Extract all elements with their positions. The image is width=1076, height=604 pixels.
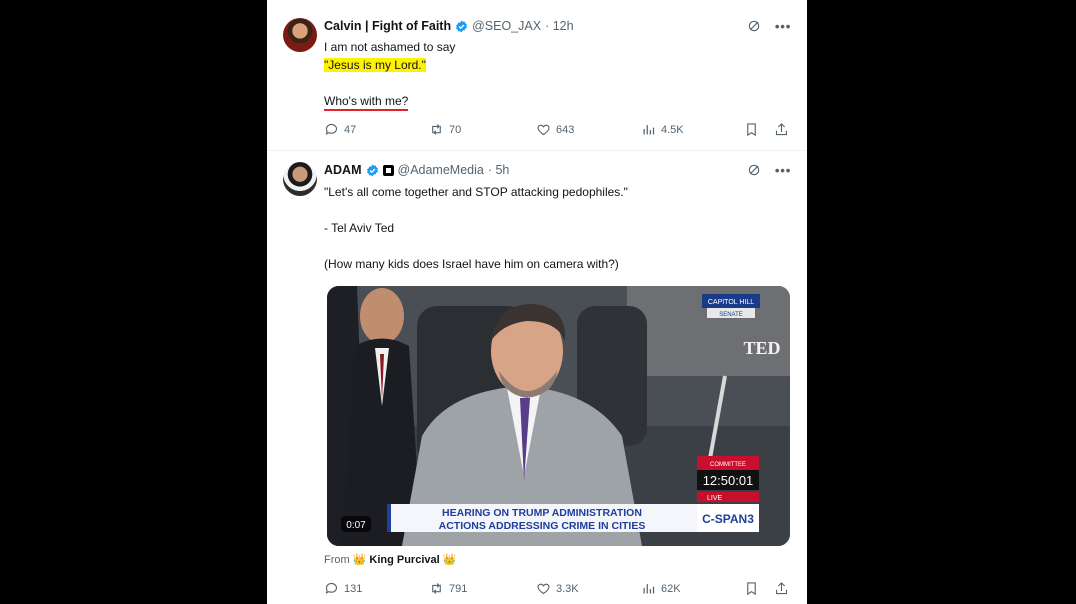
reply-button[interactable]: 131 xyxy=(324,581,362,596)
live-label: LIVE xyxy=(707,495,723,502)
reply-button[interactable]: 47 xyxy=(324,122,356,137)
underlined-text: Who's with me? xyxy=(324,94,409,111)
tweet-text-line: "Let's all come together and STOP attack… xyxy=(324,185,628,199)
tweet-text-line: - Tel Aviv Ted xyxy=(324,221,395,235)
tweet-header: Calvin | Fight of Faith @SEO_JAX · 12h xyxy=(324,17,574,35)
more-options-icon[interactable]: ••• xyxy=(775,19,791,33)
display-name[interactable]: ADAM xyxy=(324,163,362,177)
like-count: 643 xyxy=(556,123,575,136)
view-count: 4.5K xyxy=(661,123,684,136)
timestamp[interactable]: · 12h xyxy=(545,19,574,33)
analytics-icon xyxy=(643,584,655,594)
video-duration: 0:07 xyxy=(346,520,366,531)
heart-icon xyxy=(537,583,550,595)
display-name[interactable]: Calvin | Fight of Faith xyxy=(324,19,451,33)
tweet-text-line: "Jesus is my Lord." xyxy=(324,57,426,73)
tweet-text-line: (How many kids does Israel have him on c… xyxy=(324,257,619,271)
crown-emoji: 👑 xyxy=(352,554,367,566)
repost-count: 70 xyxy=(449,123,462,136)
highlighted-text: "Jesus is my Lord." xyxy=(324,58,426,72)
attribution: From 👑 King Purcival 👑 xyxy=(324,553,457,567)
share-icon[interactable] xyxy=(774,122,789,137)
video-player[interactable]: CAPITOL HILL SENATE TED HEARING ON TRUMP… xyxy=(327,286,790,546)
handle[interactable]: @SEO_JAX xyxy=(472,19,541,33)
analytics-icon xyxy=(643,125,655,135)
more-options-icon[interactable]: ••• xyxy=(775,163,791,177)
grok-icon[interactable] xyxy=(747,19,761,33)
chyron-line-1: HEARING ON TRUMP ADMINISTRATION xyxy=(442,507,642,519)
broadcast-clock: 12:50:01 xyxy=(703,473,754,488)
verified-badge-icon xyxy=(366,164,378,176)
verified-badge-icon xyxy=(456,20,468,32)
like-count: 3.3K xyxy=(556,582,579,595)
like-button[interactable]: 643 xyxy=(536,122,574,137)
handle[interactable]: @AdameMedia xyxy=(398,163,484,177)
reply-count: 131 xyxy=(344,582,363,595)
views-button[interactable]: 62K xyxy=(641,581,681,596)
committee-label: COMMITTEE xyxy=(710,462,746,468)
tweet-text-line: I am not ashamed to say xyxy=(324,40,456,54)
avatar[interactable] xyxy=(283,162,317,196)
heart-icon xyxy=(537,124,550,136)
from-label: From xyxy=(324,553,350,566)
grok-icon[interactable] xyxy=(747,163,761,177)
network-sub: SENATE xyxy=(719,312,743,318)
repost-icon xyxy=(432,124,441,135)
timeline-feed: Calvin | Fight of Faith @SEO_JAX · 12h •… xyxy=(267,0,807,604)
crown-emoji: 👑 xyxy=(442,554,457,566)
header-actions: ••• xyxy=(747,19,791,33)
repost-button[interactable]: 791 xyxy=(429,581,467,596)
bookmark-icon[interactable] xyxy=(744,581,759,596)
reply-icon xyxy=(325,123,338,135)
header-actions: ••• xyxy=(747,163,791,177)
nameplate-text: TED xyxy=(743,338,780,358)
cspan-logo: C-SPAN3 xyxy=(702,512,754,526)
repost-icon xyxy=(432,583,441,594)
avatar[interactable] xyxy=(283,18,317,52)
video-frame: CAPITOL HILL SENATE TED HEARING ON TRUMP… xyxy=(327,286,790,546)
repost-count: 791 xyxy=(449,582,468,595)
bookmark-icon[interactable] xyxy=(744,122,759,137)
affiliate-badge-icon[interactable] xyxy=(382,164,394,176)
timestamp[interactable]: · 5h xyxy=(488,163,510,177)
network-tag: CAPITOL HILL xyxy=(708,299,754,306)
views-button[interactable]: 4.5K xyxy=(641,122,684,137)
view-count: 62K xyxy=(661,582,681,595)
reply-count: 47 xyxy=(344,123,357,136)
tweet-actions: 131 791 3.3K 62K xyxy=(324,581,794,599)
chyron-line-2: ACTIONS ADDRESSING CRIME IN CITIES xyxy=(439,520,646,532)
like-button[interactable]: 3.3K xyxy=(536,581,579,596)
source-account-link[interactable]: King Purcival xyxy=(369,554,439,566)
share-icon[interactable] xyxy=(774,581,789,596)
tweet-header: ADAM @AdameMedia · 5h xyxy=(324,161,509,179)
reply-icon xyxy=(325,582,338,594)
tweet-actions: 47 70 643 4.5K xyxy=(324,122,794,140)
tweet-text-line: Who's with me? xyxy=(324,93,409,111)
tweet[interactable]: Calvin | Fight of Faith @SEO_JAX · 12h •… xyxy=(267,0,807,151)
repost-button[interactable]: 70 xyxy=(429,122,461,137)
